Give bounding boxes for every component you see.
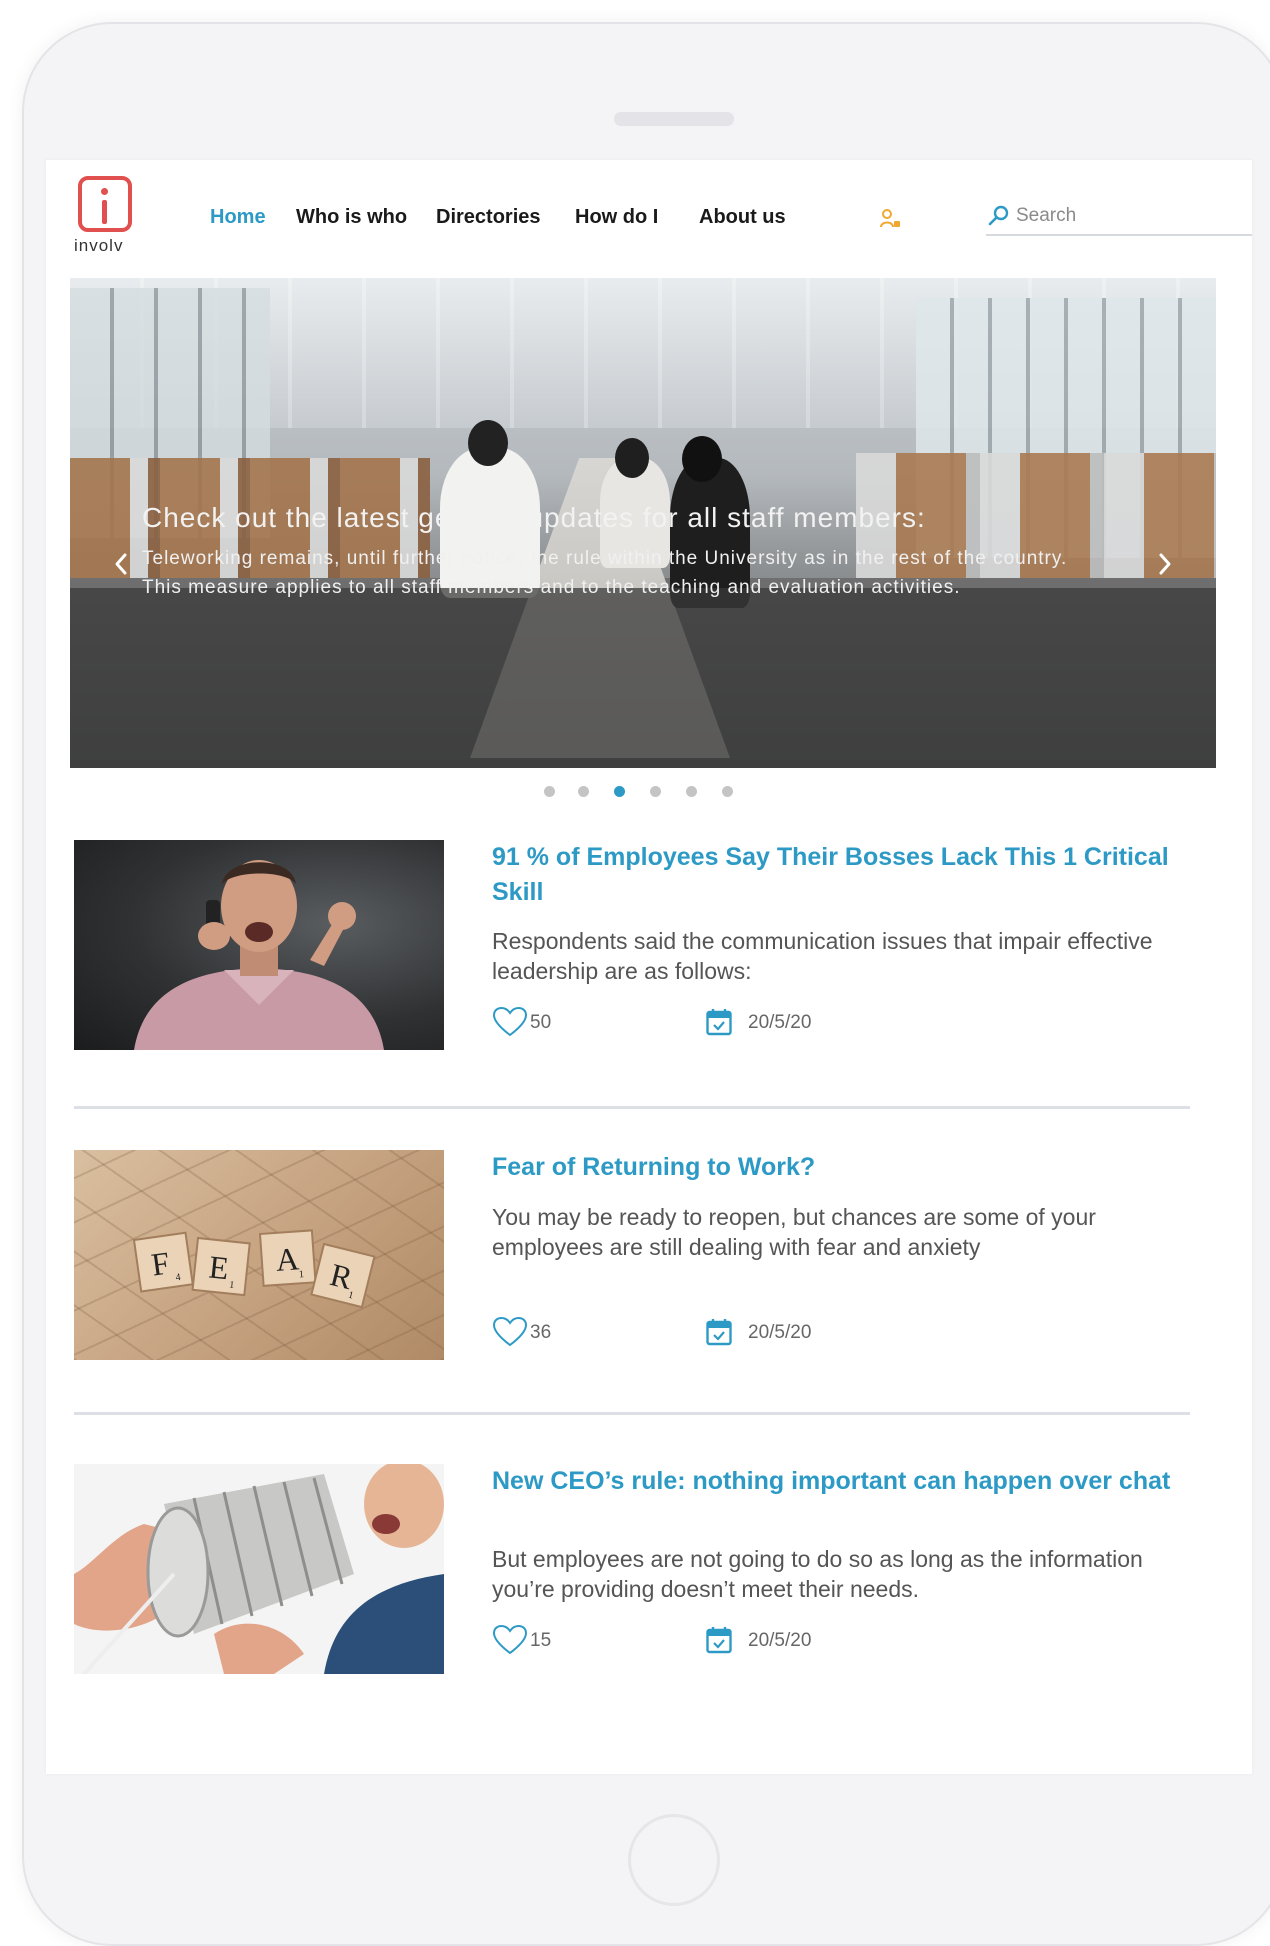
logo-mark — [78, 176, 132, 232]
nav-item-home[interactable]: Home — [210, 206, 266, 229]
user-key-icon[interactable] — [880, 208, 902, 230]
carousel-dot-6[interactable] — [722, 786, 733, 797]
article-image[interactable] — [74, 1464, 444, 1674]
article-date: 20/5/20 — [706, 1624, 866, 1656]
calendar-icon — [706, 1009, 732, 1036]
article-date: 20/5/20 — [706, 1316, 866, 1348]
chevron-right-icon[interactable] — [1150, 544, 1180, 584]
date-text: 20/5/20 — [748, 1322, 812, 1343]
logo-word: involv — [74, 236, 124, 255]
hero-body: Teleworking remains, until further notic… — [142, 548, 1068, 598]
fear-tile-letter: A — [275, 1240, 301, 1278]
hero-title: Check out the latest general updates for… — [142, 502, 926, 533]
heart-icon — [492, 1006, 528, 1037]
article-image[interactable] — [74, 840, 444, 1050]
nav-item-how-do-i[interactable]: How do I — [575, 206, 658, 229]
screen: involv Home Who is who Directories How d… — [46, 160, 1252, 1774]
carousel-dot-3[interactable] — [614, 786, 625, 797]
article-title[interactable]: New CEO’s rule: nothing important can ha… — [492, 1464, 1192, 1499]
carousel-dot-1[interactable] — [544, 786, 555, 797]
article-card: 91 % of Employees Say Their Bosses Lack … — [74, 840, 1234, 1050]
article-title[interactable]: 91 % of Employees Say Their Bosses Lack … — [492, 840, 1192, 910]
calendar-icon — [706, 1319, 732, 1346]
article-card: New CEO’s rule: nothing important can ha… — [74, 1464, 1234, 1674]
carousel-dot-5[interactable] — [686, 786, 697, 797]
tablet-home-button — [628, 1814, 720, 1906]
logo[interactable]: involv — [74, 176, 144, 266]
fear-tile-points: 1 — [299, 1269, 305, 1280]
article-summary: Respondents said the communication issue… — [492, 928, 1153, 984]
carousel-dot-4[interactable] — [650, 786, 661, 797]
calendar-icon — [706, 1627, 732, 1654]
carousel-dots — [544, 786, 744, 802]
hero-caption-overlay — [70, 588, 1216, 768]
carousel-dot-2[interactable] — [578, 786, 589, 797]
like-count: 36 — [530, 1322, 552, 1343]
nav-item-directories[interactable]: Directories — [436, 206, 541, 229]
heart-icon — [492, 1624, 528, 1655]
date-text: 20/5/20 — [748, 1012, 812, 1033]
article-summary: You may be ready to reopen, but chances … — [492, 1204, 1096, 1260]
chevron-left-icon[interactable] — [106, 544, 136, 584]
search-input[interactable] — [1014, 200, 1248, 232]
divider — [74, 1412, 1190, 1415]
like-button[interactable]: 15 — [492, 1624, 572, 1656]
search-icon[interactable] — [988, 204, 1010, 226]
nav-item-who-is-who[interactable]: Who is who — [296, 206, 407, 229]
heart-icon — [492, 1316, 528, 1347]
article-date: 20/5/20 — [706, 1006, 866, 1038]
article-summary: But employees are not going to do so as … — [492, 1546, 1143, 1602]
like-button[interactable]: 50 — [492, 1006, 572, 1038]
like-count: 50 — [530, 1012, 552, 1033]
tablet-speaker — [614, 112, 734, 126]
like-count: 15 — [530, 1630, 552, 1651]
article-image[interactable]: F 4 E 1 A 1 R 1 — [74, 1150, 444, 1360]
date-text: 20/5/20 — [748, 1630, 812, 1651]
nav-item-about-us[interactable]: About us — [699, 206, 786, 229]
fear-tile-letter: E — [207, 1248, 230, 1286]
divider — [74, 1106, 1190, 1109]
search-box — [986, 200, 1252, 236]
article-title[interactable]: Fear of Returning to Work? — [492, 1150, 1192, 1185]
like-button[interactable]: 36 — [492, 1316, 572, 1348]
article-card: F 4 E 1 A 1 R 1 Fear of Returning to Wor… — [74, 1150, 1234, 1360]
